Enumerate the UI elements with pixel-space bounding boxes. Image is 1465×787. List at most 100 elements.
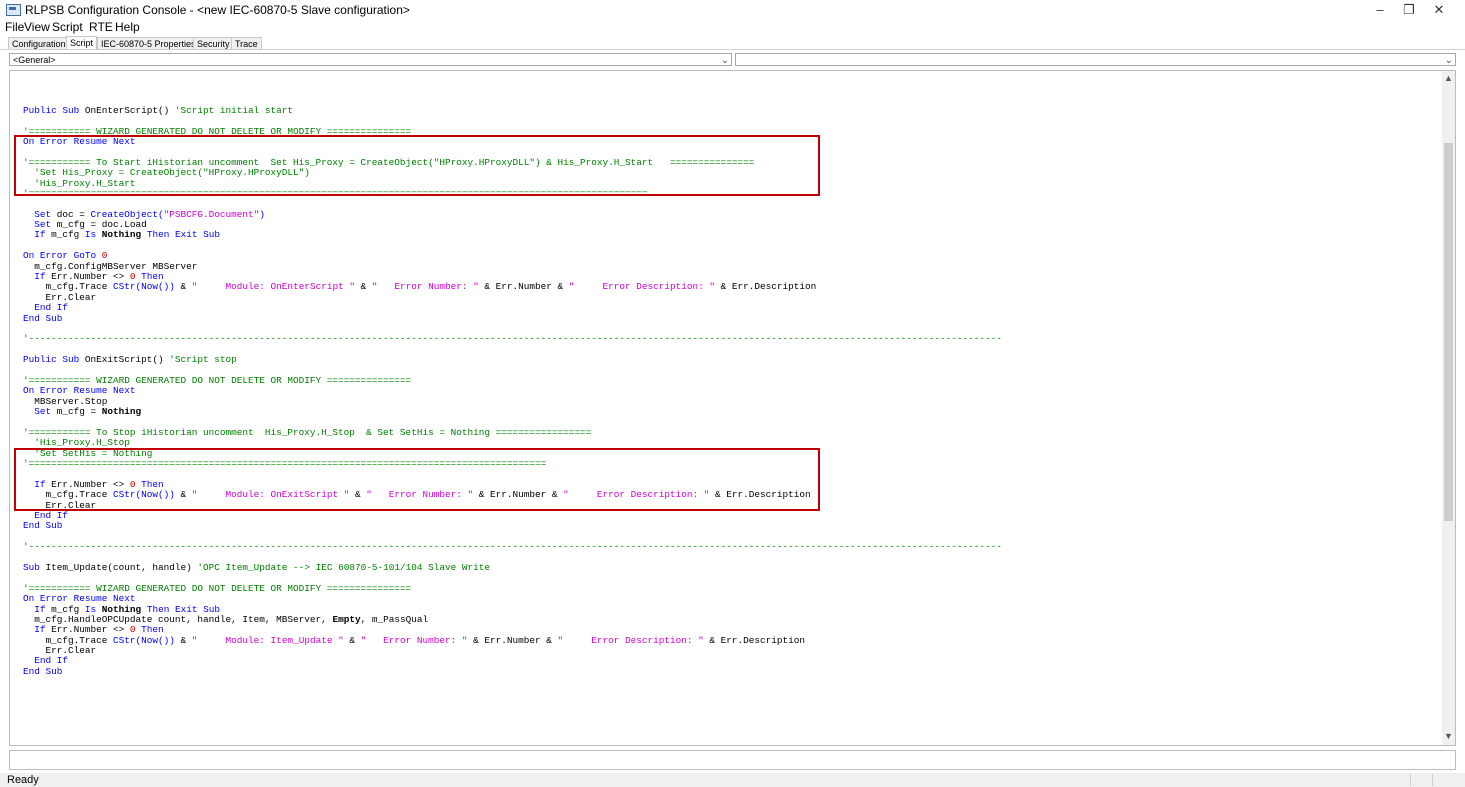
menu-bar: File View Script RTE Help	[0, 19, 1465, 35]
code-token: m_cfg =	[56, 406, 102, 418]
code-token: CStr(Now())	[113, 281, 181, 293]
code-line[interactable]: Public Sub OnEnterScript() 'Script initi…	[23, 104, 1002, 116]
scroll-up-icon[interactable]: ▲	[1442, 73, 1455, 83]
code-token: &	[354, 281, 372, 293]
code-token: On Error GoTo	[23, 250, 102, 262]
code-token: OnEnterScript()	[84, 104, 175, 116]
chevron-down-icon: ⌄	[1444, 55, 1453, 66]
code-token: " Error Description: "	[557, 634, 704, 646]
status-bar: Ready	[0, 773, 1465, 787]
code-token: m_cfg	[51, 603, 85, 615]
window-title: RLPSB Configuration Console - <new IEC-6…	[25, 3, 410, 17]
code-token: '---------------------------------------…	[23, 541, 1002, 553]
code-token: End Sub	[23, 520, 63, 532]
procedure-dropdown[interactable]: ⌄	[735, 53, 1456, 66]
code-token: End Sub	[23, 312, 63, 324]
status-pane	[1410, 774, 1411, 786]
code-line[interactable]: End If	[23, 510, 1002, 522]
code-token: If	[23, 624, 52, 636]
object-dropdown[interactable]: <General> ⌄	[9, 53, 732, 66]
highlight-start-historian	[14, 135, 820, 196]
command-input[interactable]	[9, 750, 1456, 770]
code-token: m_cfg.ConfigMBServer MBServer	[23, 260, 198, 272]
code-line[interactable]: '---------------------------------------…	[23, 334, 1002, 344]
code-line[interactable]: m_cfg.HandleOPCUpdate count, handle, Ite…	[23, 613, 1002, 625]
code-line[interactable]: Public Sub OnExitScript() 'Script stop	[23, 354, 1002, 366]
code-line[interactable]: '=========== WIZARD GENERATED DO NOT DEL…	[23, 582, 1002, 594]
code-line[interactable]: If m_cfg Is Nothing Then Exit Sub	[23, 230, 1002, 240]
code-line[interactable]: '=========== WIZARD GENERATED DO NOT DEL…	[23, 375, 1002, 386]
menu-file[interactable]: File	[5, 20, 24, 34]
code-line[interactable]: m_cfg.Trace CStr(Now()) & " Module: Item…	[23, 634, 1002, 646]
code-token: m_cfg.Trace	[23, 634, 114, 646]
menu-script[interactable]: Script	[52, 20, 83, 34]
code-token: m_cfg.HandleOPCUpdate count, handle, Ite…	[23, 613, 333, 625]
scroll-down-icon[interactable]: ▼	[1442, 731, 1455, 741]
code-token: Is	[84, 229, 102, 241]
code-line[interactable]: Set doc = CreateObject("PSBCFG.Document"…	[23, 208, 1002, 220]
code-token: Set	[23, 208, 57, 220]
code-line[interactable]: On Error Resume Next	[23, 386, 1002, 396]
code-line[interactable]: m_cfg.Trace CStr(Now()) & " Module: OnEn…	[23, 282, 1002, 292]
code-token: Item_Update(count, handle)	[45, 561, 198, 573]
code-token: Nothing	[101, 603, 147, 615]
code-token: m_cfg.Trace	[23, 281, 114, 293]
code-token: doc =	[56, 208, 91, 220]
code-token: 'Script initial start	[174, 104, 294, 116]
code-token: &	[180, 634, 192, 646]
code-token: 'Script stop	[169, 354, 237, 366]
code-token: On Error Resume Next	[23, 593, 136, 605]
code-line[interactable]: End Sub	[23, 521, 1002, 531]
code-line[interactable]	[23, 85, 1002, 95]
tab-bar: Configuration Script IEC-60870-5 Propert…	[0, 36, 1465, 50]
chevron-down-icon: ⌄	[720, 55, 729, 66]
code-line[interactable]: Sub Item_Update(count, handle) 'OPC Item…	[23, 561, 1002, 573]
vertical-scrollbar[interactable]: ▲ ▼	[1442, 71, 1455, 745]
code-token: Then	[141, 624, 164, 636]
code-line[interactable]: m_cfg.ConfigMBServer MBServer	[23, 260, 1002, 272]
object-dropdown-value: <General>	[13, 55, 56, 65]
menu-rte[interactable]: RTE	[89, 20, 113, 34]
code-token: Public Sub	[23, 354, 85, 366]
scroll-thumb[interactable]	[1444, 143, 1453, 521]
code-token: '=========== To Stop iHistorian uncommen…	[23, 426, 592, 438]
code-token: If	[23, 603, 52, 615]
code-token: Public Sub	[23, 104, 85, 116]
code-token: & Err.Number &	[467, 634, 558, 646]
highlight-stop-historian	[14, 448, 820, 511]
code-line[interactable]: Set m_cfg = Nothing	[23, 406, 1002, 418]
title-bar: RLPSB Configuration Console - <new IEC-6…	[0, 0, 1465, 19]
code-token: 0	[129, 624, 142, 636]
code-line[interactable]: Err.Clear	[23, 645, 1002, 656]
code-line[interactable]: '=========== To Stop iHistorian uncommen…	[23, 426, 1002, 438]
code-token: 'His_Proxy.H_Stop	[23, 437, 130, 449]
code-token: Err.Clear	[23, 291, 97, 303]
tab-script[interactable]: Script	[66, 36, 98, 50]
code-line[interactable]: End Sub	[23, 666, 1002, 677]
code-token: 0	[129, 271, 142, 283]
code-line[interactable]: End If	[23, 303, 1002, 313]
code-token: )	[259, 208, 265, 220]
code-token: '---------------------------------------…	[23, 333, 1002, 345]
code-line[interactable]	[23, 241, 1002, 251]
close-button[interactable]: ✕	[1425, 0, 1453, 19]
menu-view[interactable]: View	[24, 20, 50, 34]
code-token: &	[343, 634, 361, 646]
code-token: End If	[23, 510, 69, 522]
code-token: CStr(Now())	[113, 634, 181, 646]
code-line[interactable]: MBServer.Stop	[23, 396, 1002, 407]
code-token: '=========== WIZARD GENERATED DO NOT DEL…	[23, 582, 412, 594]
minimize-button[interactable]: –	[1366, 0, 1394, 19]
code-line[interactable]: Err.Clear	[23, 291, 1002, 303]
status-text: Ready	[7, 774, 39, 786]
code-line[interactable]: End Sub	[23, 312, 1002, 324]
script-editor[interactable]: Public Sub OnEnterScript() 'Script initi…	[9, 70, 1456, 746]
menu-help[interactable]: Help	[115, 20, 140, 34]
maximize-button[interactable]: ❐	[1395, 0, 1423, 19]
code-token: CreateObject(	[90, 208, 164, 220]
app-icon	[6, 4, 21, 16]
code-line[interactable]: End If	[23, 656, 1002, 666]
code-line[interactable]: '---------------------------------------…	[23, 541, 1002, 553]
code-token: Then	[141, 271, 164, 283]
code-token: Nothing	[101, 406, 142, 418]
